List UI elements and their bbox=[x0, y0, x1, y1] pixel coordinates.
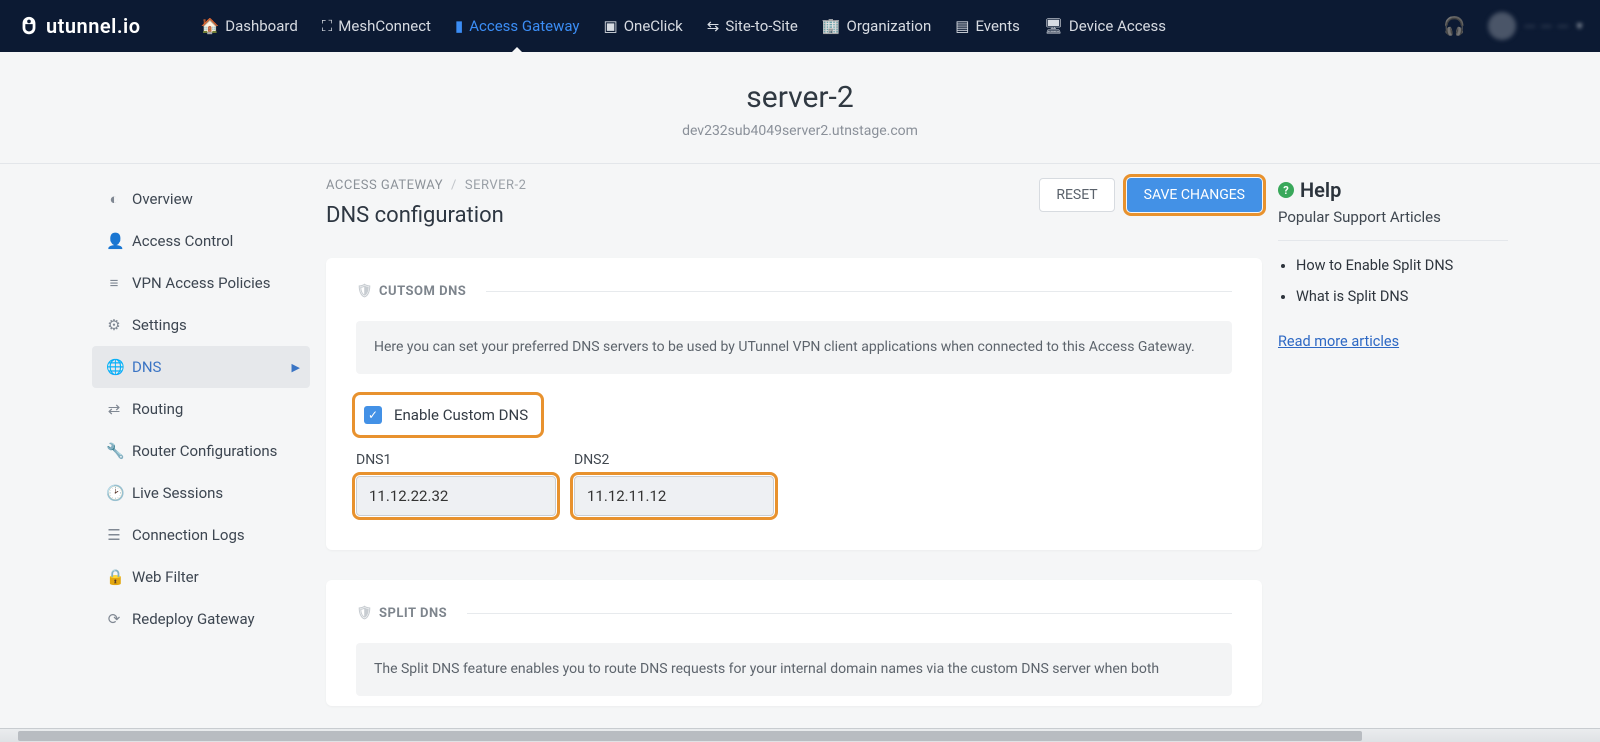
oneclick-icon: ▣ bbox=[604, 17, 618, 35]
custom-dns-info: Here you can set your preferred DNS serv… bbox=[356, 321, 1232, 374]
sidebar-item-live-sessions[interactable]: 🕑Live Sessions bbox=[92, 472, 310, 514]
nav-right: 🎧 — — — ▾ bbox=[1443, 12, 1582, 40]
user-menu[interactable]: — — — ▾ bbox=[1488, 12, 1582, 40]
content: ACCESS GATEWAY / SERVER-2 DNS configurat… bbox=[326, 164, 1262, 706]
user-icon: 👤 bbox=[106, 232, 122, 250]
split-dns-card: 🛡 SPLIT DNS The Split DNS feature enables… bbox=[326, 580, 1262, 706]
logo-icon bbox=[18, 15, 40, 37]
sidebar-item-connection-logs[interactable]: ☰Connection Logs bbox=[92, 514, 310, 556]
caret-down-icon: ▾ bbox=[1577, 21, 1582, 32]
breadcrumb: ACCESS GATEWAY / SERVER-2 bbox=[326, 178, 526, 193]
shield-icon: 🛡 bbox=[356, 284, 373, 299]
reset-button[interactable]: RESET bbox=[1039, 178, 1114, 212]
help-subtitle: Popular Support Articles bbox=[1278, 208, 1508, 241]
dns2-label: DNS2 bbox=[574, 452, 774, 468]
gateway-icon: ▮ bbox=[455, 17, 463, 35]
sidebar: ◐Overview 👤Access Control ≡VPN Access Po… bbox=[92, 164, 310, 706]
nav-device-access[interactable]: 🖥Device Access bbox=[1044, 0, 1166, 52]
gear-icon: ⚙ bbox=[106, 316, 122, 334]
server-hostname: dev232sub4049server2.utnstage.com bbox=[0, 123, 1600, 139]
clock2-icon: 🕑 bbox=[106, 484, 122, 502]
routing-icon: ⇄ bbox=[106, 400, 122, 418]
top-nav: utunnel.io 🏠Dashboard ⛶MeshConnect ▮Acce… bbox=[0, 0, 1600, 52]
page-header: server-2 dev232sub4049server2.utnstage.c… bbox=[0, 52, 1600, 164]
page-section-title: DNS configuration bbox=[326, 203, 526, 228]
help-article-1[interactable]: What is Split DNS bbox=[1296, 288, 1508, 305]
help-article-0[interactable]: How to Enable Split DNS bbox=[1296, 257, 1508, 274]
device-icon: 🖥 bbox=[1044, 17, 1063, 35]
nav-dashboard[interactable]: 🏠Dashboard bbox=[201, 0, 298, 52]
nav-oneclick[interactable]: ▣OneClick bbox=[604, 0, 683, 52]
sidebar-item-routing[interactable]: ⇄Routing bbox=[92, 388, 310, 430]
help-title: Help bbox=[1300, 178, 1341, 202]
user-name-blurred: — — — bbox=[1524, 17, 1569, 36]
clock-icon: ◐ bbox=[106, 190, 122, 208]
sidebar-item-router-config[interactable]: 🔧Router Configurations bbox=[92, 430, 310, 472]
enable-custom-dns-row[interactable]: ✓ Enable Custom DNS bbox=[356, 396, 540, 434]
support-icon[interactable]: 🎧 bbox=[1443, 16, 1465, 37]
help-icon: ? bbox=[1278, 182, 1294, 198]
brand-text: utunnel.io bbox=[46, 14, 141, 38]
custom-dns-card: 🛡 CUTSOM DNS Here you can set your prefer… bbox=[326, 258, 1262, 550]
sidebar-item-settings[interactable]: ⚙Settings bbox=[92, 304, 310, 346]
sidebar-item-redeploy[interactable]: ⟳Redeploy Gateway bbox=[92, 598, 310, 640]
org-icon: 🏢 bbox=[822, 17, 841, 35]
home-icon: 🏠 bbox=[201, 17, 220, 35]
horizontal-scrollbar[interactable] bbox=[0, 728, 1600, 742]
sidebar-item-vpn-policies[interactable]: ≡VPN Access Policies bbox=[92, 262, 310, 304]
help-panel: ? Help Popular Support Articles How to En… bbox=[1278, 164, 1508, 706]
log-icon: ☰ bbox=[106, 526, 122, 544]
save-changes-button[interactable]: SAVE CHANGES bbox=[1127, 178, 1262, 212]
wrench-icon: 🔧 bbox=[106, 442, 122, 460]
shield-icon-2: 🛡 bbox=[356, 606, 373, 621]
lock-icon: 🔒 bbox=[106, 568, 122, 586]
split-dns-info: The Split DNS feature enables you to rou… bbox=[356, 643, 1232, 696]
nav-site-to-site[interactable]: ⇆Site-to-Site bbox=[707, 0, 798, 52]
s2s-icon: ⇆ bbox=[707, 17, 720, 35]
nav-access-gateway[interactable]: ▮Access Gateway bbox=[455, 0, 580, 52]
enable-custom-dns-label: Enable Custom DNS bbox=[394, 406, 528, 424]
mesh-icon: ⛶ bbox=[322, 17, 333, 35]
nav-items: 🏠Dashboard ⛶MeshConnect ▮Access Gateway … bbox=[201, 0, 1166, 52]
avatar bbox=[1488, 12, 1516, 40]
chevron-right-icon: ▶ bbox=[292, 361, 300, 374]
nav-meshconnect[interactable]: ⛶MeshConnect bbox=[322, 0, 431, 52]
breadcrumb-root[interactable]: ACCESS GATEWAY bbox=[326, 178, 443, 193]
globe-icon: 🌐 bbox=[106, 358, 122, 376]
sidebar-item-overview[interactable]: ◐Overview bbox=[92, 178, 310, 220]
events-icon: ▤ bbox=[955, 17, 969, 35]
server-title: server-2 bbox=[0, 80, 1600, 115]
list-icon: ≡ bbox=[106, 274, 122, 292]
enable-custom-dns-checkbox[interactable]: ✓ bbox=[364, 406, 382, 424]
scrollbar-thumb[interactable] bbox=[18, 731, 1362, 741]
breadcrumb-separator: / bbox=[451, 178, 457, 193]
redeploy-icon: ⟳ bbox=[106, 610, 122, 628]
sidebar-item-access-control[interactable]: 👤Access Control bbox=[92, 220, 310, 262]
split-dns-heading: SPLIT DNS bbox=[379, 606, 447, 621]
nav-organization[interactable]: 🏢Organization bbox=[822, 0, 931, 52]
dns2-input[interactable] bbox=[574, 476, 774, 516]
dns1-input[interactable] bbox=[356, 476, 556, 516]
custom-dns-heading: CUTSOM DNS bbox=[379, 284, 466, 299]
sidebar-item-dns[interactable]: 🌐DNS▶ bbox=[92, 346, 310, 388]
dns1-label: DNS1 bbox=[356, 452, 556, 468]
read-more-link[interactable]: Read more articles bbox=[1278, 333, 1399, 350]
breadcrumb-current: SERVER-2 bbox=[465, 178, 527, 193]
brand-logo[interactable]: utunnel.io bbox=[18, 14, 141, 38]
sidebar-item-web-filter[interactable]: 🔒Web Filter bbox=[92, 556, 310, 598]
nav-events[interactable]: ▤Events bbox=[955, 0, 1020, 52]
